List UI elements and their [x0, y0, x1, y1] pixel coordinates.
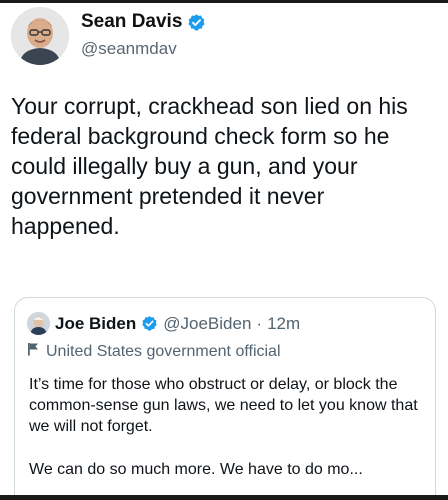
author-display-name[interactable]: Sean Davis	[81, 11, 182, 33]
tweet-card: Sean Davis @seanmdav Your corrupt, crack…	[0, 3, 448, 495]
quoted-tweet[interactable]: Joe Biden @JoeBiden · 12m United States …	[14, 297, 436, 495]
quoted-text-paragraph-2: We can do so much more. We have to do mo…	[29, 461, 363, 478]
quoted-author-handle[interactable]: @JoeBiden	[163, 314, 251, 334]
quoted-verified-badge-icon	[141, 315, 158, 332]
government-label[interactable]: United States government official	[27, 342, 281, 361]
author-name-row: Sean Davis	[81, 11, 206, 33]
quoted-author-avatar[interactable]	[27, 312, 50, 335]
author-handle[interactable]: @seanmdav	[81, 39, 177, 59]
quoted-text-paragraph-1: It’s time for those who obstruct or dela…	[29, 376, 418, 435]
quoted-author-row: Joe Biden @JoeBiden · 12m	[27, 312, 300, 335]
quoted-avatar-image	[27, 312, 50, 335]
quoted-author-name[interactable]: Joe Biden	[55, 314, 136, 334]
government-label-text: United States government official	[46, 342, 281, 360]
quoted-timestamp[interactable]: 12m	[267, 314, 300, 334]
tweet-text: Your corrupt, crackhead son lied on his …	[11, 93, 408, 239]
author-avatar[interactable]	[11, 7, 69, 65]
timestamp-separator: ·	[256, 313, 263, 333]
flag-icon	[27, 342, 39, 361]
author-avatar-image	[11, 7, 69, 65]
quoted-tweet-text: It’s time for those who obstruct or dela…	[29, 374, 427, 480]
verified-badge-icon	[187, 13, 206, 32]
